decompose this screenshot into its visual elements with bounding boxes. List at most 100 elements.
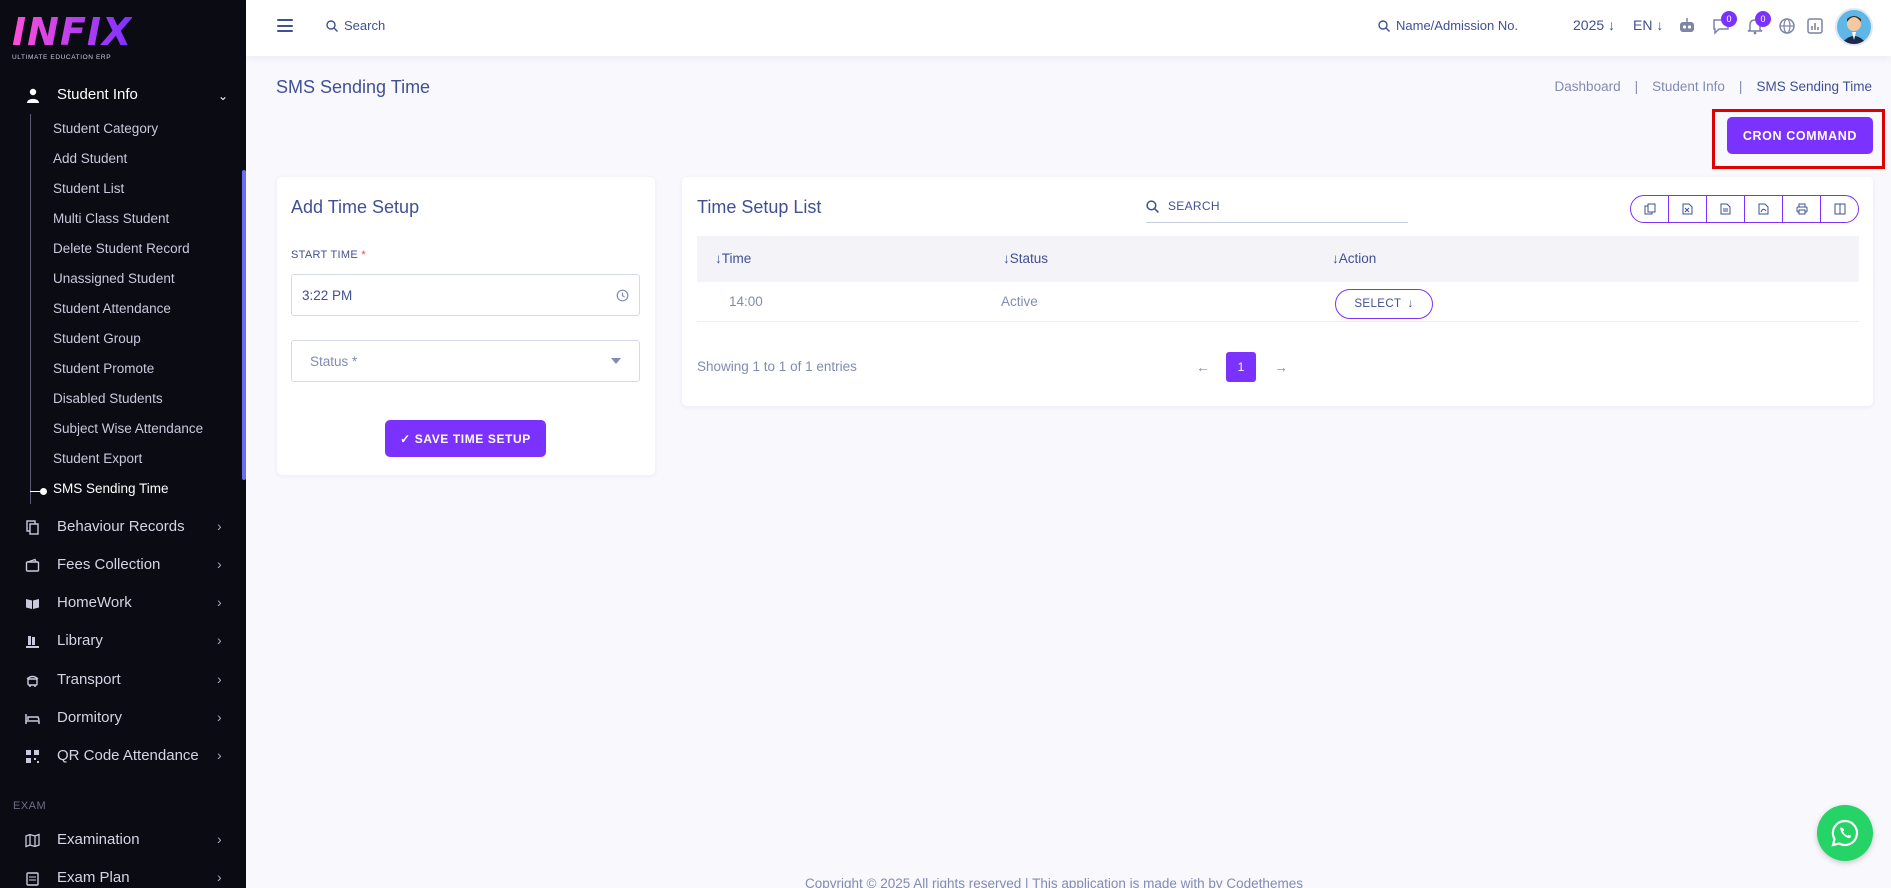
- sort-arrow-icon: ↓: [1332, 251, 1339, 266]
- submenu-item-add-student[interactable]: Add Student: [53, 151, 127, 166]
- sidebar: INFIX ULTIMATE EDUCATION ERP Student Inf…: [0, 0, 246, 888]
- highlight-box: [1712, 109, 1885, 169]
- year-selector[interactable]: 2025 ↓: [1573, 17, 1615, 33]
- print-icon: [1796, 203, 1807, 215]
- notification-badge: 0: [1755, 11, 1771, 27]
- status-placeholder: Status *: [310, 353, 358, 369]
- caret-down-icon: [611, 358, 621, 364]
- sidebar-item-student-info[interactable]: Student Info ⌄: [0, 82, 246, 110]
- name-search-label: Name/Admission No.: [1396, 18, 1519, 33]
- arrow-down-icon: ↓: [1608, 17, 1616, 33]
- breadcrumb-current: SMS Sending Time: [1756, 79, 1872, 94]
- chevron-right-icon: ›: [217, 518, 222, 534]
- sidebar-item-library[interactable]: Library ›: [0, 628, 246, 654]
- sidebar-item-examination[interactable]: Examination ›: [0, 827, 246, 853]
- sidebar-item-label: Exam Plan: [57, 869, 130, 886]
- submenu-item-student-attendance[interactable]: Student Attendance: [53, 301, 171, 316]
- sidebar-item-label: Behaviour Records: [57, 518, 185, 535]
- chart-icon[interactable]: [1805, 16, 1825, 36]
- save-time-setup-button[interactable]: ✓ SAVE TIME SETUP: [385, 420, 546, 457]
- sidebar-item-qr-code-attendance[interactable]: QR Code Attendance ›: [0, 743, 246, 769]
- book-icon: [26, 599, 39, 609]
- column-header-status[interactable]: ↓Status: [1003, 251, 1048, 266]
- submenu-item-subject-wise-attendance[interactable]: Subject Wise Attendance: [53, 421, 203, 436]
- sidebar-item-label: Student Info: [57, 86, 138, 103]
- excel-button[interactable]: [1669, 196, 1707, 222]
- globe-icon[interactable]: [1777, 16, 1797, 36]
- pdf-button[interactable]: [1745, 196, 1783, 222]
- column-header-action[interactable]: ↓Action: [1332, 251, 1376, 266]
- logo-tagline: ULTIMATE EDUCATION ERP: [12, 54, 112, 61]
- breadcrumb-separator: |: [1738, 79, 1743, 94]
- whatsapp-icon: [1831, 819, 1859, 847]
- columns-button[interactable]: [1821, 196, 1858, 222]
- submenu-item-disabled-students[interactable]: Disabled Students: [53, 391, 163, 406]
- start-time-label: START TIME *: [291, 249, 366, 261]
- map-icon: [25, 833, 40, 848]
- sidebar-item-label: Transport: [57, 671, 121, 688]
- breadcrumb-student-info[interactable]: Student Info: [1652, 79, 1725, 94]
- sort-arrow-icon: ↓: [715, 251, 722, 266]
- copy-button[interactable]: [1631, 196, 1669, 222]
- submenu-item-student-category[interactable]: Student Category: [53, 121, 158, 136]
- wallet-icon: [25, 558, 40, 572]
- language-selector[interactable]: EN ↓: [1633, 17, 1663, 33]
- submenu-item-student-list[interactable]: Student List: [53, 181, 124, 196]
- page-number[interactable]: 1: [1226, 352, 1256, 382]
- sidebar-item-label: Examination: [57, 831, 140, 848]
- submenu-item-multi-class-student[interactable]: Multi Class Student: [53, 211, 169, 226]
- excel-icon: [1682, 203, 1693, 215]
- search-icon: [1146, 199, 1159, 213]
- submenu-item-sms-sending-time[interactable]: SMS Sending Time: [53, 481, 169, 496]
- sidebar-item-label: Dormitory: [57, 709, 123, 726]
- chevron-right-icon: ›: [217, 709, 222, 725]
- column-label: Status: [1009, 251, 1049, 266]
- row-action-select-button[interactable]: SELECT ↓: [1335, 289, 1433, 319]
- column-header-time[interactable]: ↓Time: [715, 251, 751, 266]
- section-label-exam: EXAM: [13, 800, 47, 812]
- table-row: 14:00 Active SELECT ↓: [697, 282, 1859, 322]
- column-label: Time: [721, 251, 752, 266]
- sidebar-scrollbar[interactable]: [242, 170, 246, 480]
- top-search[interactable]: Search: [326, 18, 385, 33]
- breadcrumb: Dashboard | Student Info | SMS Sending T…: [1555, 79, 1872, 94]
- submenu-item-student-group[interactable]: Student Group: [53, 331, 141, 346]
- avatar[interactable]: [1835, 8, 1873, 46]
- sidebar-item-dormitory[interactable]: Dormitory ›: [0, 705, 246, 731]
- name-admission-search[interactable]: Name/Admission No.: [1378, 18, 1518, 33]
- submenu-item-delete-student-record[interactable]: Delete Student Record: [53, 241, 190, 256]
- sidebar-item-behaviour-records[interactable]: Behaviour Records ›: [0, 514, 246, 540]
- user-icon: [27, 88, 39, 103]
- qr-icon: [26, 750, 39, 763]
- add-time-setup-title: Add Time Setup: [291, 197, 420, 217]
- start-time-input[interactable]: 3:22 PM: [291, 274, 640, 316]
- list-search-input[interactable]: SEARCH: [1146, 190, 1408, 223]
- active-dot: [40, 488, 47, 495]
- logo-mark: INFIX: [12, 10, 133, 54]
- logo[interactable]: INFIX ULTIMATE EDUCATION ERP: [12, 12, 132, 61]
- print-button[interactable]: [1783, 196, 1821, 222]
- prev-page-icon[interactable]: ←: [1196, 359, 1210, 375]
- whatsapp-button[interactable]: [1817, 805, 1873, 861]
- bed-icon: [25, 714, 40, 724]
- start-time-value: 3:22 PM: [302, 287, 353, 303]
- csv-button[interactable]: [1707, 196, 1745, 222]
- library-icon: [26, 636, 39, 648]
- sidebar-item-fees-collection[interactable]: Fees Collection ›: [0, 552, 246, 578]
- next-page-icon[interactable]: →: [1274, 359, 1288, 375]
- submenu-item-unassigned-student[interactable]: Unassigned Student: [53, 271, 175, 286]
- csv-icon: [1720, 203, 1731, 215]
- sidebar-item-label: Library: [57, 632, 103, 649]
- sidebar-item-transport[interactable]: Transport ›: [0, 667, 246, 693]
- submenu-item-student-export[interactable]: Student Export: [53, 451, 142, 466]
- submenu-item-student-promote[interactable]: Student Promote: [53, 361, 154, 376]
- hamburger-menu-icon[interactable]: [277, 19, 293, 32]
- sidebar-item-label: HomeWork: [57, 594, 132, 611]
- breadcrumb-dashboard[interactable]: Dashboard: [1555, 79, 1621, 94]
- status-select[interactable]: Status *: [291, 340, 640, 382]
- robot-icon[interactable]: [1677, 16, 1697, 36]
- chevron-right-icon: ›: [217, 632, 222, 648]
- sidebar-item-exam-plan[interactable]: Exam Plan ›: [0, 865, 246, 888]
- sidebar-item-homework[interactable]: HomeWork ›: [0, 590, 246, 616]
- clock-icon: [616, 289, 629, 301]
